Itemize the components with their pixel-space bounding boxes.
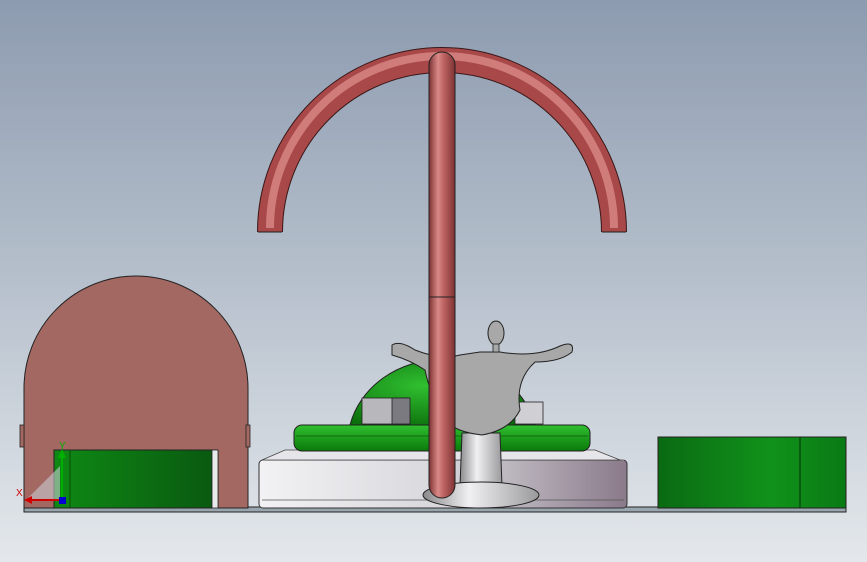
triad-x-label: X: [16, 488, 23, 499]
green-block-right[interactable]: [657, 436, 847, 509]
graphics-viewport[interactable]: X Y: [0, 0, 867, 562]
vertical-pipe[interactable]: [428, 51, 456, 499]
triad-y-label: Y: [59, 441, 66, 452]
model-scene[interactable]: [0, 0, 867, 562]
z-axis-marker: [59, 497, 66, 504]
green-block-left[interactable]: [53, 449, 219, 509]
